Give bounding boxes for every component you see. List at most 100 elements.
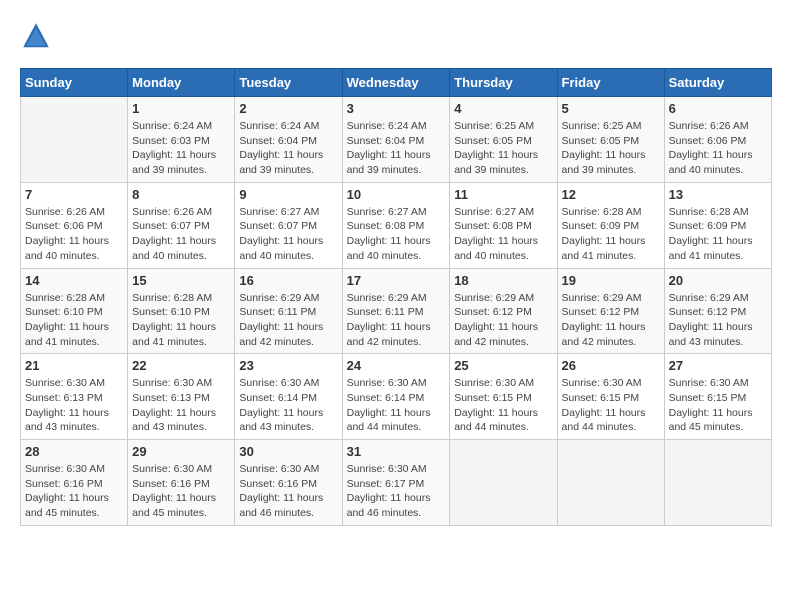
day-cell: 3 Sunrise: 6:24 AM Sunset: 6:04 PM Dayli… — [342, 97, 450, 183]
sunset: Sunset: 6:06 PM — [669, 135, 747, 147]
day-cell — [450, 440, 557, 526]
header-cell-friday: Friday — [557, 69, 664, 97]
day-info: Sunrise: 6:29 AM Sunset: 6:12 PM Dayligh… — [454, 291, 552, 350]
day-info: Sunrise: 6:27 AM Sunset: 6:07 PM Dayligh… — [239, 205, 337, 264]
day-number: 7 — [25, 187, 123, 202]
day-cell: 26 Sunrise: 6:30 AM Sunset: 6:15 PM Dayl… — [557, 354, 664, 440]
sunrise: Sunrise: 6:30 AM — [347, 377, 427, 389]
day-number: 29 — [132, 444, 230, 459]
day-number: 27 — [669, 358, 767, 373]
sunrise: Sunrise: 6:24 AM — [132, 120, 212, 132]
day-number: 19 — [562, 273, 660, 288]
day-number: 30 — [239, 444, 337, 459]
day-number: 10 — [347, 187, 446, 202]
day-info: Sunrise: 6:30 AM Sunset: 6:14 PM Dayligh… — [347, 376, 446, 435]
day-cell: 8 Sunrise: 6:26 AM Sunset: 6:07 PM Dayli… — [128, 182, 235, 268]
sunset: Sunset: 6:15 PM — [562, 392, 640, 404]
daylight: Daylight: 11 hours and 40 minutes. — [132, 235, 216, 262]
day-number: 12 — [562, 187, 660, 202]
sunrise: Sunrise: 6:30 AM — [454, 377, 534, 389]
sunset: Sunset: 6:16 PM — [132, 478, 210, 490]
day-number: 17 — [347, 273, 446, 288]
day-info: Sunrise: 6:29 AM Sunset: 6:12 PM Dayligh… — [669, 291, 767, 350]
day-info: Sunrise: 6:28 AM Sunset: 6:09 PM Dayligh… — [669, 205, 767, 264]
sunrise: Sunrise: 6:27 AM — [239, 206, 319, 218]
day-info: Sunrise: 6:30 AM Sunset: 6:13 PM Dayligh… — [132, 376, 230, 435]
sunset: Sunset: 6:14 PM — [239, 392, 317, 404]
sunset: Sunset: 6:12 PM — [669, 306, 747, 318]
day-cell: 1 Sunrise: 6:24 AM Sunset: 6:03 PM Dayli… — [128, 97, 235, 183]
sunset: Sunset: 6:08 PM — [347, 220, 425, 232]
day-number: 23 — [239, 358, 337, 373]
calendar-header: SundayMondayTuesdayWednesdayThursdayFrid… — [21, 69, 772, 97]
sunset: Sunset: 6:13 PM — [25, 392, 103, 404]
sunrise: Sunrise: 6:25 AM — [562, 120, 642, 132]
day-cell — [557, 440, 664, 526]
sunrise: Sunrise: 6:30 AM — [25, 377, 105, 389]
sunrise: Sunrise: 6:28 AM — [669, 206, 749, 218]
day-info: Sunrise: 6:25 AM Sunset: 6:05 PM Dayligh… — [454, 119, 552, 178]
header-cell-sunday: Sunday — [21, 69, 128, 97]
sunset: Sunset: 6:08 PM — [454, 220, 532, 232]
day-info: Sunrise: 6:29 AM Sunset: 6:11 PM Dayligh… — [239, 291, 337, 350]
daylight: Daylight: 11 hours and 41 minutes. — [562, 235, 646, 262]
day-cell — [21, 97, 128, 183]
sunrise: Sunrise: 6:28 AM — [132, 292, 212, 304]
sunset: Sunset: 6:09 PM — [562, 220, 640, 232]
day-number: 9 — [239, 187, 337, 202]
header-cell-monday: Monday — [128, 69, 235, 97]
day-number: 6 — [669, 101, 767, 116]
day-cell: 6 Sunrise: 6:26 AM Sunset: 6:06 PM Dayli… — [664, 97, 771, 183]
day-number: 28 — [25, 444, 123, 459]
sunset: Sunset: 6:10 PM — [132, 306, 210, 318]
day-number: 8 — [132, 187, 230, 202]
day-info: Sunrise: 6:28 AM Sunset: 6:10 PM Dayligh… — [132, 291, 230, 350]
daylight: Daylight: 11 hours and 39 minutes. — [132, 149, 216, 176]
sunset: Sunset: 6:11 PM — [347, 306, 424, 318]
daylight: Daylight: 11 hours and 40 minutes. — [347, 235, 431, 262]
sunset: Sunset: 6:04 PM — [239, 135, 317, 147]
header-cell-tuesday: Tuesday — [235, 69, 342, 97]
sunset: Sunset: 6:07 PM — [239, 220, 317, 232]
day-cell: 23 Sunrise: 6:30 AM Sunset: 6:14 PM Dayl… — [235, 354, 342, 440]
day-number: 5 — [562, 101, 660, 116]
day-cell: 2 Sunrise: 6:24 AM Sunset: 6:04 PM Dayli… — [235, 97, 342, 183]
sunset: Sunset: 6:14 PM — [347, 392, 425, 404]
sunrise: Sunrise: 6:25 AM — [454, 120, 534, 132]
sunrise: Sunrise: 6:29 AM — [562, 292, 642, 304]
page-header — [20, 20, 772, 52]
day-cell: 25 Sunrise: 6:30 AM Sunset: 6:15 PM Dayl… — [450, 354, 557, 440]
daylight: Daylight: 11 hours and 42 minutes. — [454, 321, 538, 348]
week-row-1: 1 Sunrise: 6:24 AM Sunset: 6:03 PM Dayli… — [21, 97, 772, 183]
daylight: Daylight: 11 hours and 41 minutes. — [669, 235, 753, 262]
sunset: Sunset: 6:13 PM — [132, 392, 210, 404]
day-info: Sunrise: 6:26 AM Sunset: 6:06 PM Dayligh… — [25, 205, 123, 264]
day-info: Sunrise: 6:28 AM Sunset: 6:10 PM Dayligh… — [25, 291, 123, 350]
day-number: 4 — [454, 101, 552, 116]
daylight: Daylight: 11 hours and 43 minutes. — [132, 407, 216, 434]
daylight: Daylight: 11 hours and 46 minutes. — [239, 492, 323, 519]
daylight: Daylight: 11 hours and 40 minutes. — [239, 235, 323, 262]
day-number: 15 — [132, 273, 230, 288]
day-cell — [664, 440, 771, 526]
day-number: 14 — [25, 273, 123, 288]
day-cell: 22 Sunrise: 6:30 AM Sunset: 6:13 PM Dayl… — [128, 354, 235, 440]
sunset: Sunset: 6:16 PM — [25, 478, 103, 490]
week-row-4: 21 Sunrise: 6:30 AM Sunset: 6:13 PM Dayl… — [21, 354, 772, 440]
daylight: Daylight: 11 hours and 39 minutes. — [347, 149, 431, 176]
day-cell: 7 Sunrise: 6:26 AM Sunset: 6:06 PM Dayli… — [21, 182, 128, 268]
sunrise: Sunrise: 6:29 AM — [239, 292, 319, 304]
sunset: Sunset: 6:11 PM — [239, 306, 316, 318]
daylight: Daylight: 11 hours and 44 minutes. — [347, 407, 431, 434]
day-info: Sunrise: 6:30 AM Sunset: 6:16 PM Dayligh… — [239, 462, 337, 521]
daylight: Daylight: 11 hours and 39 minutes. — [454, 149, 538, 176]
daylight: Daylight: 11 hours and 43 minutes. — [239, 407, 323, 434]
sunset: Sunset: 6:05 PM — [454, 135, 532, 147]
day-number: 16 — [239, 273, 337, 288]
day-number: 1 — [132, 101, 230, 116]
day-info: Sunrise: 6:30 AM Sunset: 6:17 PM Dayligh… — [347, 462, 446, 521]
week-row-2: 7 Sunrise: 6:26 AM Sunset: 6:06 PM Dayli… — [21, 182, 772, 268]
sunrise: Sunrise: 6:30 AM — [132, 463, 212, 475]
sunrise: Sunrise: 6:30 AM — [669, 377, 749, 389]
day-info: Sunrise: 6:30 AM Sunset: 6:15 PM Dayligh… — [454, 376, 552, 435]
